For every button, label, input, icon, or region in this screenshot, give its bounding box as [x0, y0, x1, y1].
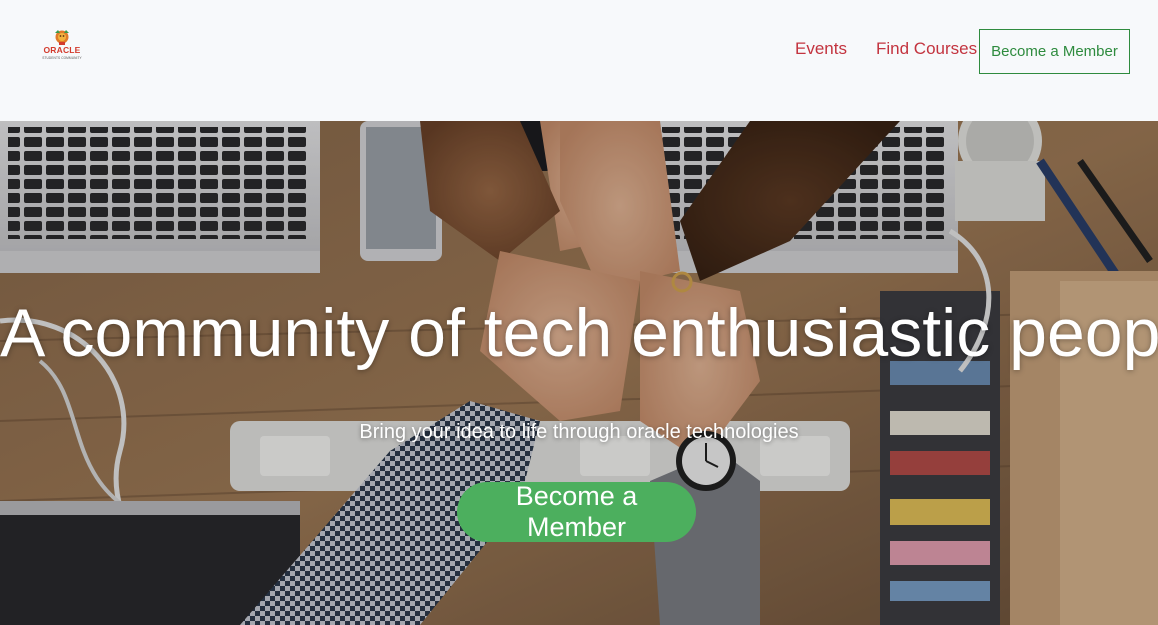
logo-text: ORACLE	[43, 45, 81, 55]
oracle-community-logo-icon	[55, 30, 69, 45]
nav-become-member-button[interactable]: Become a Member	[979, 29, 1130, 74]
logo-subtext: STUDENTS COMMUNITY	[42, 56, 82, 60]
site-logo[interactable]: ORACLE STUDENTS COMMUNITY	[38, 28, 86, 64]
hero-title: A community of tech enthusiastic people	[0, 295, 1158, 371]
nav-link-events[interactable]: Events	[795, 39, 847, 59]
nav-link-find-courses[interactable]: Find Courses	[876, 39, 977, 59]
hero-overlay	[0, 121, 1158, 625]
hero-section: A community of tech enthusiastic people …	[0, 121, 1158, 625]
top-navbar: ORACLE STUDENTS COMMUNITY Events Find Co…	[0, 0, 1158, 121]
hero-subtitle: Bring your idea to life through oracle t…	[359, 421, 799, 443]
hero-become-member-button[interactable]: Become a Member	[457, 481, 696, 542]
